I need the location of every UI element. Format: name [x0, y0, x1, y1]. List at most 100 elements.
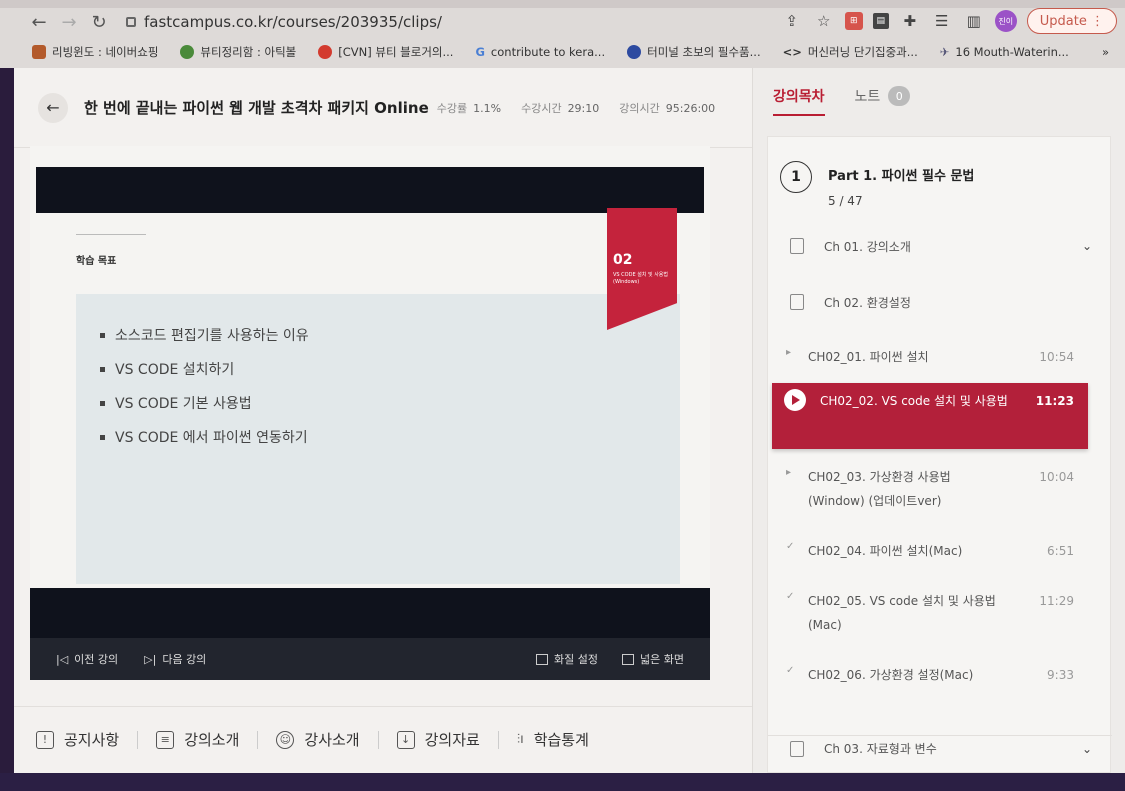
wide-screen-icon — [622, 653, 635, 665]
skip-forward-icon: ▷| — [144, 652, 157, 666]
extension-dark-icon[interactable]: ▤ — [872, 13, 889, 29]
star-icon[interactable]: ☆ — [813, 10, 835, 32]
url-text: fastcampus.co.kr/courses/203935/clips/ — [144, 13, 442, 31]
lock-icon — [126, 17, 136, 27]
forward-arrow-icon[interactable]: → — [56, 9, 82, 35]
google-g-icon: G — [475, 45, 485, 59]
bookmarks-overflow-icon[interactable]: » — [1102, 45, 1109, 59]
document-icon — [790, 740, 804, 757]
wide-screen-button[interactable]: 넓은 화면 — [622, 651, 684, 667]
chapter-label: Ch 01. 강의소개 — [824, 239, 911, 254]
lecture-duration: 11:23 — [1035, 394, 1074, 408]
lecture-name: CH02_04. 파이썬 설치(Mac) — [808, 544, 963, 558]
tab-materials-label: 강의자료 — [424, 731, 480, 749]
total-label: 강의시간 — [619, 101, 660, 115]
plane-icon: ✈ — [939, 45, 950, 59]
notice-icon: ! — [36, 730, 54, 749]
document-icon — [790, 294, 804, 310]
unwatched-marker-icon: ▸ — [786, 347, 792, 358]
tab-notice[interactable]: ! 공지사항 — [14, 729, 137, 750]
lecture-item[interactable]: ▸ CH02_03. 가상환경 사용법 (Window) (업데이트ver) 1… — [774, 465, 1088, 519]
lecture-item[interactable]: ▸ CH02_01. 파이썬 설치 10:54 — [774, 345, 1088, 373]
chapter-label: Ch 02. 환경설정 — [824, 295, 911, 310]
checkmark-icon: ✓ — [786, 541, 795, 552]
progress-label: 수강률 — [436, 101, 468, 115]
lecture-name: CH02_05. VS code 설치 및 사용법(Mac) — [808, 594, 996, 632]
puzzle-icon[interactable]: ✚ — [899, 10, 921, 32]
bookmark-favicon-icon — [627, 45, 642, 59]
browser-chrome: ← → ↻ fastcampus.co.kr/courses/203935/cl… — [0, 0, 1125, 68]
update-button[interactable]: Update ⋮ — [1026, 8, 1117, 34]
tab-instructor[interactable]: ☺ 강사소개 — [258, 729, 377, 750]
bookmark-label: contribute to kera... — [490, 45, 606, 59]
quality-settings-button[interactable]: 화질 설정 — [536, 651, 598, 667]
bookmark-favicon-icon — [318, 45, 333, 59]
tab-instructor-label: 강사소개 — [304, 731, 360, 749]
quality-label: 화질 설정 — [554, 653, 599, 666]
tab-materials[interactable]: ↓ 강의자료 — [379, 729, 498, 750]
notes-count-badge: 0 — [888, 86, 911, 106]
video-letterbox-bottom — [30, 588, 710, 638]
address-bar[interactable]: fastcampus.co.kr/courses/203935/clips/ — [126, 9, 442, 35]
back-button[interactable]: ← — [38, 92, 68, 123]
share-icon[interactable]: ⇪ — [781, 10, 803, 32]
lecture-item[interactable]: ✓ CH02_06. 가상환경 설정(Mac) 9:33 — [774, 663, 1088, 691]
toolbar-actions: ⇪ ☆ ⊞ ▤ ✚ ☰ ▥ 진이 Update ⋮ — [781, 8, 1117, 34]
reload-icon[interactable]: ↻ — [86, 9, 112, 35]
bookmark-label: 리빙윈도 : 네이버쇼핑 — [52, 45, 159, 59]
reading-list-icon[interactable]: ☰ — [931, 10, 953, 32]
bookmark-item[interactable]: 리빙윈도 : 네이버쇼핑 — [32, 44, 158, 60]
chevron-down-icon[interactable]: ⌄ — [1082, 239, 1092, 253]
lecture-name: CH02_01. 파이썬 설치 — [808, 350, 929, 364]
watched-value: 29:10 — [567, 101, 600, 115]
chapter-row[interactable]: Ch 03. 자료형과 변수 ⌄ — [768, 735, 1112, 761]
bookmark-item[interactable]: 뷰티정리함 : 아틱볼 — [180, 44, 296, 60]
total-meta: 강의시간 95:26:00 — [619, 100, 715, 116]
lecture-item-current[interactable]: CH02_02. VS code 설치 및 사용법 11:23 — [772, 383, 1088, 449]
slide-bullet: 소스코드 편집기를 사용하는 이유 — [100, 318, 309, 352]
next-lecture-label: 다음 강의 — [162, 653, 207, 666]
bookmarks-bar: 리빙윈도 : 네이버쇼핑 뷰티정리함 : 아틱볼 [CVN] 뷰티 블로거의..… — [0, 40, 1125, 64]
next-lecture-button[interactable]: ▷| 다음 강의 — [144, 651, 206, 667]
part-title: Part 1. 파이썬 필수 문법 — [828, 169, 975, 184]
bookmark-item[interactable]: [CVN] 뷰티 블로거의... — [318, 44, 453, 60]
profile-avatar[interactable]: 진이 — [994, 10, 1017, 32]
lecture-item[interactable]: ✓ CH02_05. VS code 설치 및 사용법(Mac) 11:29 — [774, 589, 1088, 643]
update-label: Update — [1039, 13, 1087, 29]
skip-back-icon: |◁ — [56, 652, 69, 666]
bookmark-item[interactable]: 터미널 초보의 필수품... — [627, 44, 761, 60]
chevron-down-icon[interactable]: ⌄ — [1082, 742, 1092, 756]
play-icon — [784, 389, 806, 411]
lecture-item[interactable]: ✓ CH02_04. 파이썬 설치(Mac) 6:51 — [774, 539, 1088, 567]
bookmark-label: [CVN] 뷰티 블로거의... — [338, 45, 454, 59]
video-player[interactable]: 학습 목표 02 VS CODE 설치 및 사용법 (Windows) 소스코드… — [30, 146, 710, 680]
lecture-duration: 11:29 — [1039, 594, 1074, 608]
bookmark-item[interactable]: Gcontribute to kera... — [475, 45, 605, 59]
lecture-duration: 9:33 — [1047, 668, 1074, 682]
bottom-tab-bar: ! 공지사항 ≡ 강의소개 ☺ 강사소개 ↓ 강의자료 ⫶ı 학습통계 — [14, 706, 752, 772]
watched-meta: 수강시간 29:10 — [521, 100, 599, 116]
extension-red-icon[interactable]: ⊞ — [844, 12, 863, 30]
bookmark-item[interactable]: ✈ 16 Mouth-Waterin... — [940, 45, 1069, 59]
chapter-row[interactable]: Ch 01. 강의소개 ⌄ — [768, 233, 1112, 259]
back-arrow-icon[interactable]: ← — [26, 9, 52, 35]
slide-bullet: VS CODE 설치하기 — [100, 352, 309, 386]
tab-stats-label: 학습통계 — [533, 731, 589, 749]
course-title: 한 번에 끝내는 파이썬 웹 개발 초격차 패키지 Online — [84, 99, 429, 117]
clipboard-icon: ≡ — [156, 730, 175, 749]
course-page: ← 한 번에 끝내는 파이썬 웹 개발 초격차 패키지 Online 수강률 1.… — [14, 68, 1125, 773]
tab-toc[interactable]: 강의목차 — [773, 68, 825, 124]
prev-lecture-button[interactable]: |◁ 이전 강의 — [56, 651, 118, 667]
tab-notes[interactable]: 노트 0 — [855, 68, 911, 124]
bookmark-label: 뷰티정리함 : 아틱볼 — [200, 45, 297, 59]
total-value: 95:26:00 — [665, 101, 716, 115]
user-icon: ☺ — [276, 730, 295, 749]
tab-toc-label: 강의목차 — [773, 89, 825, 105]
tab-course-intro[interactable]: ≡ 강의소개 — [138, 729, 257, 750]
quality-icon — [536, 653, 549, 665]
sidepanel-icon[interactable]: ▥ — [963, 10, 985, 32]
bookmark-item[interactable]: <> 머신러닝 단기집중과... — [783, 44, 918, 60]
tab-stats[interactable]: ⫶ı 학습통계 — [499, 729, 607, 750]
document-icon — [790, 238, 804, 254]
chapter-row[interactable]: Ch 02. 환경설정 — [768, 289, 1112, 315]
